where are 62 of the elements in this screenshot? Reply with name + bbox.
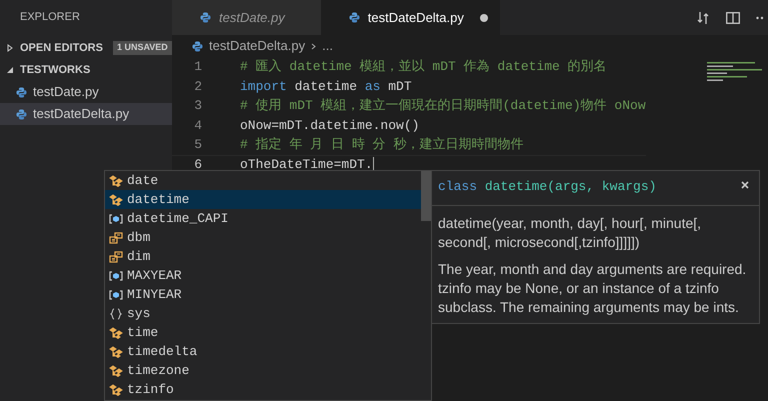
editor-tab[interactable]: testDateDelta.py [320, 0, 500, 35]
python-file-icon [16, 108, 27, 120]
signature: class datetime(args, kwargs) [438, 178, 656, 196]
sidebar-title: EXPLORER [20, 10, 80, 26]
class-icon [109, 174, 123, 186]
class-icon [109, 346, 123, 358]
suggestion-item[interactable]: dbm [105, 228, 421, 247]
file-item[interactable]: testDate.py [0, 81, 172, 103]
line-number: 3 [193, 97, 202, 115]
python-file-icon [192, 40, 203, 52]
suggestion-item[interactable]: timedelta [105, 342, 421, 361]
variable-icon [109, 212, 123, 224]
suggestion-item[interactable]: datetime_CAPI [105, 209, 421, 228]
suggestion-item[interactable]: MAXYEAR [105, 266, 421, 285]
suggestion-item[interactable]: datetime [105, 190, 421, 209]
code-line: # 指定 年 月 日 時 分 秒，建立日期時間物件 [240, 136, 524, 154]
suggestion-item[interactable]: tzinfo [105, 380, 421, 399]
collapsed-caret-icon [6, 44, 14, 52]
variable-icon [109, 270, 123, 282]
variable-icon [109, 288, 123, 300]
close-icon[interactable] [741, 181, 749, 189]
code-line: # 匯入 datetime 模組，並以 mDT 作為 datetime 的別名 [240, 58, 607, 76]
documentation-text: The year, month and day arguments are required. tzinfo may be None, or an instance of a tzinfo subclass. The remaining arguments may be ints. [437, 260, 748, 316]
braces-icon [109, 308, 123, 320]
compare-changes-icon[interactable] [696, 10, 710, 24]
line-number: 2 [193, 78, 202, 96]
editor-tab[interactable]: testDate.py [172, 0, 321, 35]
line-number: 6 [193, 156, 202, 174]
scrollbar-thumb[interactable] [421, 171, 431, 221]
class-icon [109, 364, 123, 376]
code-line: # 使用 mDT 模組，建立一個現在的日期時間(datetime)物件 oNow [240, 97, 646, 115]
unsaved-badge: 1 UNSAVED [112, 41, 172, 55]
suggestion-item[interactable]: MINYEAR [105, 285, 421, 304]
line-number: 4 [193, 116, 202, 134]
expanded-caret-icon [6, 66, 14, 74]
line-number: 1 [193, 58, 202, 76]
code-line: import datetime as mDT [240, 78, 412, 96]
python-file-icon [348, 12, 360, 23]
more-actions-icon[interactable] [756, 16, 764, 20]
breadcrumb-item[interactable]: testDateDelta.py [209, 36, 306, 56]
enum-icon [109, 232, 123, 244]
file-item[interactable]: testDateDelta.py [0, 103, 172, 125]
python-file-icon [16, 86, 27, 98]
suggestion-item[interactable]: date [105, 171, 421, 190]
chevron-icon [311, 42, 316, 50]
section-header[interactable]: TESTWORKS [0, 59, 172, 81]
suggestion-item[interactable]: dim [105, 247, 421, 266]
suggestion-item[interactable]: sys [105, 304, 421, 323]
line-number: 5 [193, 136, 202, 154]
class-icon [109, 326, 123, 338]
enum-icon [109, 250, 123, 262]
suggestion-item[interactable]: timezone [105, 361, 421, 380]
suggestion-item[interactable]: time [105, 323, 421, 342]
minimap-drawing [706, 61, 764, 83]
breadcrumb-item[interactable]: ... [322, 36, 333, 56]
split-editor-icon[interactable] [726, 12, 740, 24]
code-line: oNow=mDT.datetime.now() [240, 116, 420, 134]
documentation-text: datetime(year, month, day[, hour[, minute[, second[, microsecond[,tzinfo]]]]]) [437, 214, 702, 252]
class-icon [109, 384, 123, 396]
class-icon [109, 194, 123, 206]
section-header[interactable]: OPEN EDITORS 1 UNSAVED [0, 37, 172, 59]
python-file-icon [200, 12, 211, 23]
